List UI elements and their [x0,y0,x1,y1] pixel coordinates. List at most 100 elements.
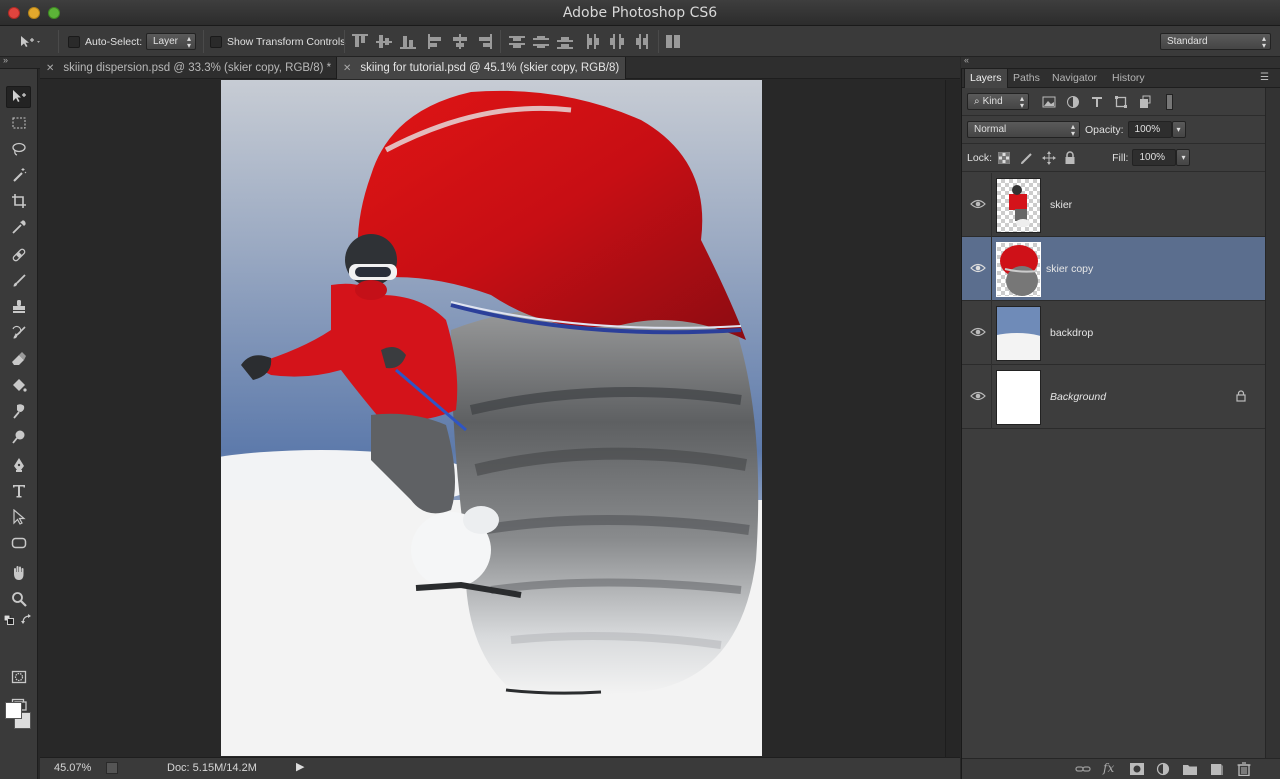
tab-skiing-dispersion[interactable]: ✕ skiing dispersion.psd @ 33.3% (skier c… [40,57,335,79]
lock-all-icon[interactable] [1064,150,1076,165]
foreground-color-swatch[interactable] [5,702,22,719]
new-layer-icon[interactable] [1209,762,1225,776]
brush-tool[interactable] [6,270,31,292]
default-colors-icon[interactable] [3,614,14,625]
opacity-field[interactable]: 100% [1127,121,1172,138]
workspace-dropdown[interactable]: Standard ▴ ▾ [1160,33,1271,50]
layer-filter-row: ⌕ Kind ▴ ▾ [962,88,1267,116]
auto-select-checkbox[interactable] [68,35,80,48]
filter-kind-dropdown[interactable]: ⌕ Kind ▴ ▾ [967,93,1029,110]
adjustment-layer-filter-icon[interactable] [1066,95,1080,109]
type-layer-filter-icon[interactable] [1090,95,1104,109]
dropdown-arrows-icon: ▴ ▾ [1070,122,1075,138]
transform-controls-checkbox[interactable] [210,35,222,48]
distribute-bottom-icon[interactable] [557,34,573,49]
opacity-slider-button[interactable]: ▾ [1171,121,1186,138]
distribute-vcenter-icon[interactable] [533,34,549,49]
tab-paths[interactable]: Paths [1008,69,1045,88]
dodge-tool[interactable] [6,426,31,448]
paint-bucket-tool[interactable] [6,374,31,396]
visibility-eye-icon[interactable] [970,389,986,403]
swap-colors-icon[interactable] [21,614,33,626]
filter-toggle-switch[interactable] [1166,93,1173,110]
eyedropper-icon [11,220,26,234]
layer-row[interactable]: backdrop [962,301,1265,365]
move-tool[interactable] [6,86,31,108]
align-hcenter-icon[interactable] [452,34,468,49]
visibility-eye-icon[interactable] [970,197,986,211]
layer-name[interactable]: skier [1050,199,1072,211]
align-left-icon[interactable] [428,34,444,49]
fill-field[interactable]: 100% [1132,149,1177,166]
auto-select-dropdown[interactable]: Layer ▴ ▾ [146,33,196,50]
layer-name[interactable]: skier copy [1046,263,1093,275]
lock-position-icon[interactable] [1042,150,1057,165]
distribute-top-icon[interactable] [509,34,525,49]
close-tab-icon[interactable]: ✕ [343,63,351,74]
layer-style-fx-icon[interactable]: fx [1103,761,1119,775]
layer-thumbnail [996,370,1041,425]
visibility-eye-icon[interactable] [970,325,986,339]
document-canvas[interactable] [221,80,762,756]
marquee-tool[interactable] [6,112,31,134]
layers-panel-footer: fx [962,758,1280,779]
canvas-scrollbar[interactable] [945,80,960,757]
chevron-down-icon: ▾ [1181,153,1186,162]
eraser-tool[interactable] [6,348,31,370]
tool-preset-picker[interactable] [18,26,42,57]
crop-tool[interactable] [6,190,31,212]
toolbar-collapse-bar[interactable]: » [0,55,40,69]
tab-skiing-for-tutorial[interactable]: ✕ skiing for tutorial.psd @ 45.1% (skier… [336,57,626,79]
layers-scrollbar[interactable] [1265,88,1280,758]
type-tool[interactable] [6,480,31,502]
lasso-tool[interactable] [6,138,31,160]
distribute-right-icon[interactable] [633,34,649,49]
close-tab-icon[interactable]: ✕ [46,63,54,74]
status-info-icon[interactable] [106,762,118,774]
auto-align-icon[interactable] [665,34,681,49]
clone-stamp-tool[interactable] [6,296,31,318]
add-mask-icon[interactable] [1129,762,1145,776]
pen-tool[interactable] [6,454,31,476]
layer-name[interactable]: Background [1050,391,1106,403]
shape-tool[interactable] [6,532,31,554]
new-group-folder-icon[interactable] [1182,762,1198,776]
layer-row[interactable]: Background [962,365,1265,429]
pixel-layer-filter-icon[interactable] [1042,96,1056,108]
visibility-eye-icon[interactable] [970,261,986,275]
delete-layer-trash-icon[interactable] [1236,762,1252,776]
shape-layer-filter-icon[interactable] [1114,95,1128,109]
eyedropper-tool[interactable] [6,216,31,238]
layer-row[interactable]: skier [962,173,1265,237]
path-selection-tool[interactable] [6,506,31,528]
healing-brush-tool[interactable] [6,244,31,266]
lock-transparent-pixels-icon[interactable] [998,151,1011,164]
panel-menu-icon[interactable]: ☰ [1260,72,1269,83]
lock-image-pixels-icon[interactable] [1020,151,1034,165]
quick-mask-button[interactable] [6,666,31,688]
distribute-hcenter-icon[interactable] [609,34,625,49]
smudge-tool[interactable] [6,400,31,422]
hand-tool[interactable] [6,562,31,584]
align-right-icon[interactable] [476,34,492,49]
align-vcenter-icon[interactable] [376,34,392,49]
align-bottom-icon[interactable] [400,34,416,49]
distribute-left-icon[interactable] [585,34,601,49]
tab-navigator[interactable]: Navigator [1047,69,1102,88]
tab-layers[interactable]: Layers [964,69,1008,88]
fill-slider-button[interactable]: ▾ [1176,149,1191,166]
smart-object-filter-icon[interactable] [1138,95,1152,109]
adjustment-layer-icon[interactable] [1155,762,1171,776]
tab-history[interactable]: History [1107,69,1150,88]
link-layers-icon[interactable] [1075,762,1091,776]
align-top-icon[interactable] [352,34,368,49]
zoom-level[interactable]: 45.07% [54,762,91,774]
history-brush-tool[interactable] [6,322,31,344]
zoom-tool[interactable] [6,588,31,610]
status-menu-arrow-icon[interactable]: ▶ [296,760,304,773]
blend-mode-dropdown[interactable]: Normal ▴ ▾ [967,121,1080,138]
quick-selection-tool[interactable] [6,164,31,186]
layer-name[interactable]: backdrop [1050,327,1093,339]
panel-collapse-bar[interactable]: « [961,55,1280,69]
layer-row[interactable]: skier copy [962,237,1265,301]
